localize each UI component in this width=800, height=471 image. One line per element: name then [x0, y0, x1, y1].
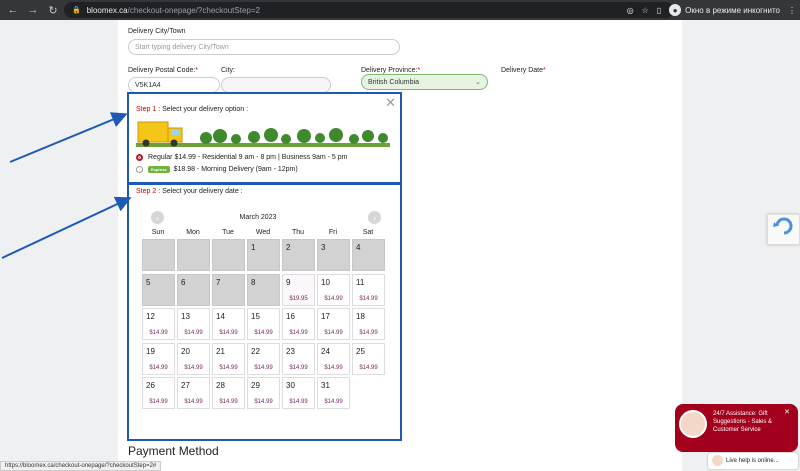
- recaptcha-icon: [773, 217, 793, 235]
- recaptcha-widget[interactable]: [767, 214, 800, 245]
- support-agent-avatar: [679, 410, 707, 438]
- status-bar-url: https://bloomex.ca/checkout-onepage/?che…: [0, 461, 162, 471]
- chat-close-icon[interactable]: ✕: [784, 408, 790, 416]
- live-help-label: Live help is online...: [726, 458, 779, 464]
- live-help-button[interactable]: Live help is online...: [708, 453, 798, 469]
- chat-text: 24/7 Assistance: Gift Suggestions - Sale…: [713, 411, 773, 433]
- live-help-avatar: [712, 455, 723, 466]
- chat-widget[interactable]: 24/7 Assistance: Gift Suggestions - Sale…: [675, 404, 798, 452]
- annotation-arrows: [1, 112, 132, 259]
